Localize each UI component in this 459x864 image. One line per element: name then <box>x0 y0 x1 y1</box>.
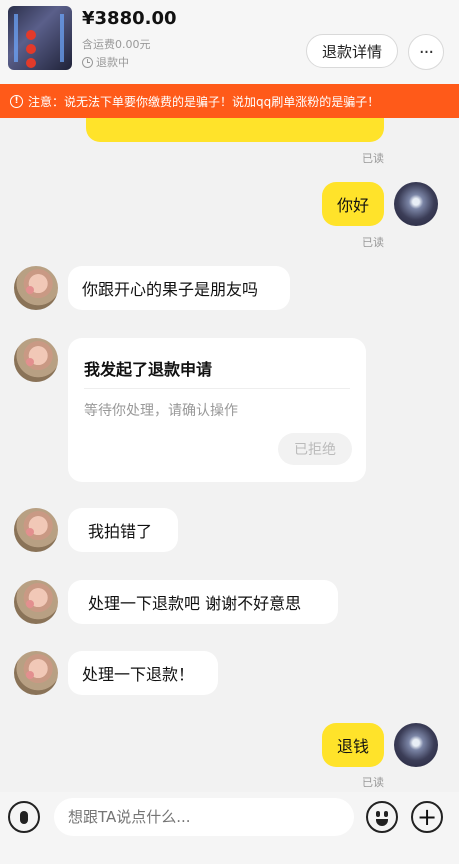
shipping-info: 含运费0.00元 <box>82 38 151 51</box>
warning-icon: ! <box>10 94 23 108</box>
self-avatar[interactable] <box>394 723 438 767</box>
message-bubble-other[interactable]: 处理一下退款！ <box>68 651 218 695</box>
refund-request-card[interactable]: 我发起了退款申请 等待你处理，请确认操作 已拒绝 <box>68 338 366 482</box>
warning-text: 注意：说无法下单要你缴费的是骗子！说加qq刷单涨粉的是骗子！ <box>28 94 380 109</box>
message-bubble-other[interactable]: 我拍错了 <box>68 508 178 552</box>
status-text: 退款中 <box>96 56 129 69</box>
other-avatar[interactable] <box>14 651 58 695</box>
scam-warning-banner: ! 注意：说无法下单要你缴费的是骗子！说加qq刷单涨粉的是骗子！ <box>0 84 459 118</box>
message-bubble-other[interactable]: 你跟开心的果子是朋友吗 <box>68 266 290 310</box>
emoji-icon[interactable] <box>366 801 398 833</box>
refund-details-button[interactable]: 退款详情 <box>306 34 398 68</box>
other-avatar[interactable] <box>14 508 58 552</box>
plus-icon[interactable]: + <box>411 801 443 833</box>
other-avatar[interactable] <box>14 580 58 624</box>
message-input[interactable] <box>54 798 354 836</box>
card-divider <box>84 388 350 389</box>
card-title: 我发起了退款申请 <box>84 360 213 379</box>
read-receipt: 已读 <box>362 152 384 165</box>
order-price: ¥3880.00 <box>82 8 177 29</box>
card-subtitle: 等待你处理，请确认操作 <box>84 403 238 419</box>
order-status: 退款中 <box>82 54 129 70</box>
self-avatar[interactable] <box>394 182 438 226</box>
read-receipt: 已读 <box>362 236 384 249</box>
microphone-icon[interactable] <box>8 801 40 833</box>
refused-badge: 已拒绝 <box>278 433 352 465</box>
clock-icon <box>82 56 93 68</box>
product-thumbnail[interactable] <box>8 6 72 70</box>
order-header: ¥3880.00 含运费0.00元 退款中 退款详情 ··· <box>0 0 459 84</box>
input-bar: + <box>0 792 459 864</box>
message-bubble-self[interactable]: 你好 <box>322 182 384 226</box>
message-bubble-self[interactable]: 退钱 <box>322 723 384 767</box>
read-receipt: 已读 <box>362 776 384 789</box>
message-bubble-other[interactable]: 处理一下退款吧 谢谢不好意思 <box>68 580 338 624</box>
other-avatar[interactable] <box>14 338 58 382</box>
more-options-button[interactable]: ··· <box>408 34 444 70</box>
other-avatar[interactable] <box>14 266 58 310</box>
